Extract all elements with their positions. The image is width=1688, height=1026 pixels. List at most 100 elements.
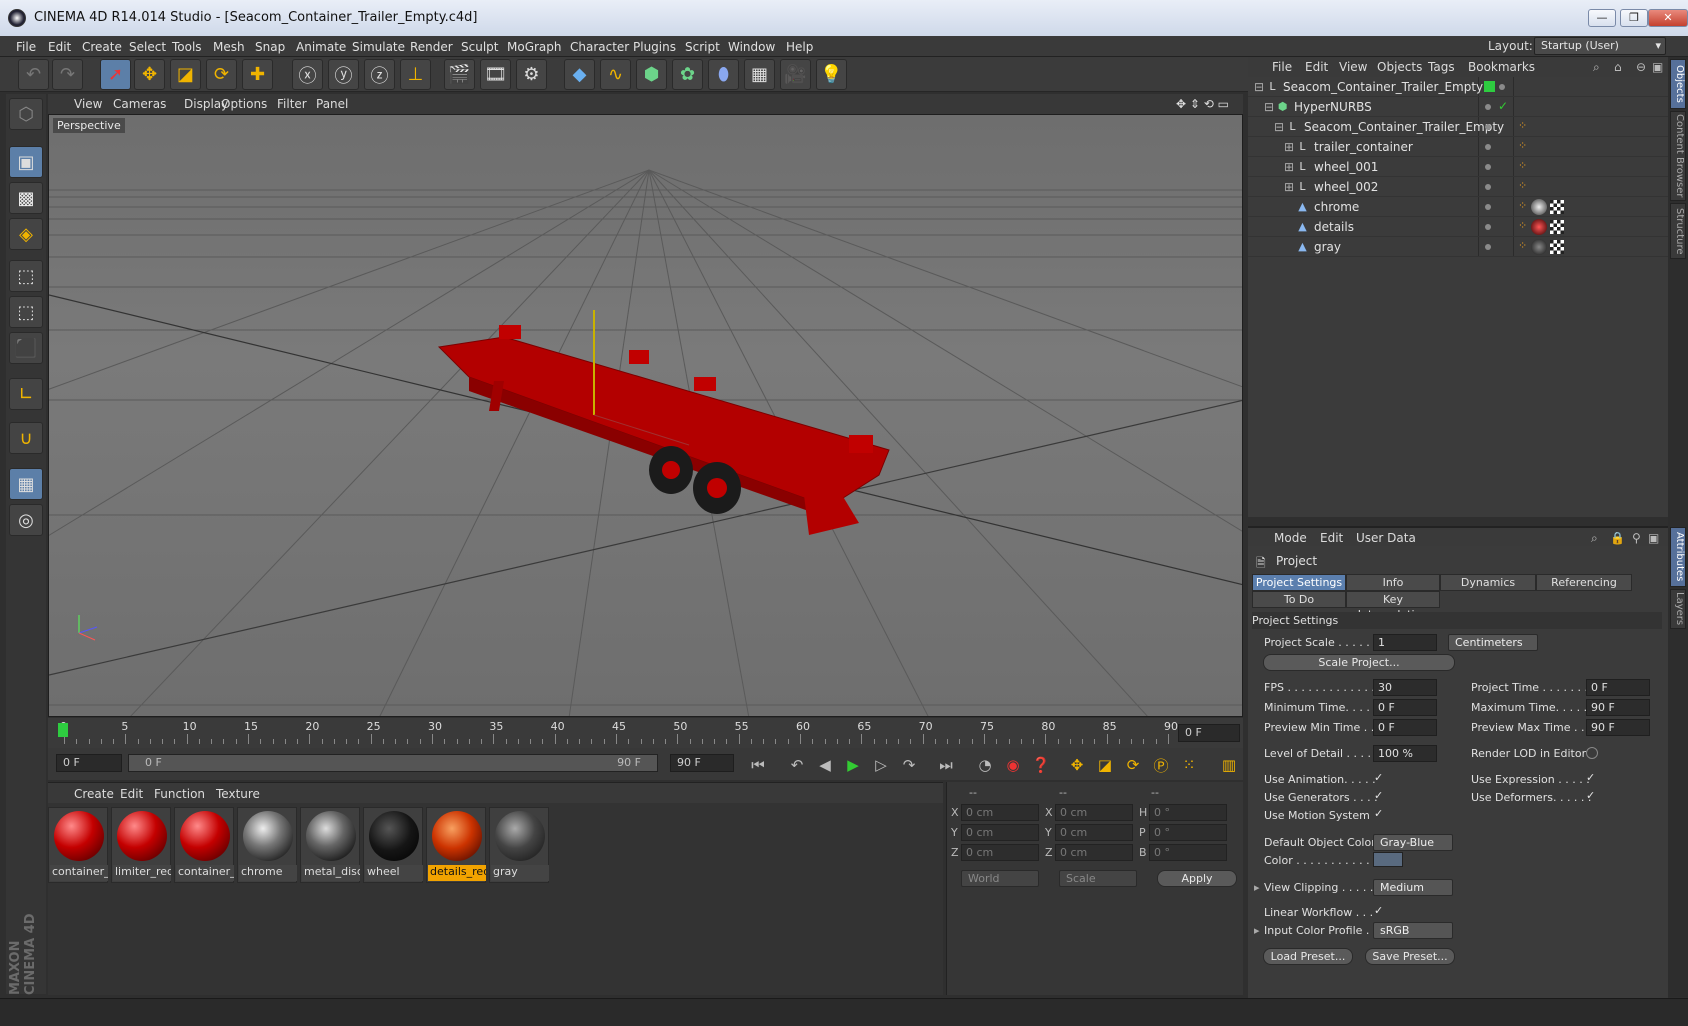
transform-icon[interactable]: ✚ <box>242 59 273 90</box>
edges-mode-icon[interactable]: ⬚ <box>9 296 43 328</box>
cube-icon[interactable]: ◆ <box>564 59 595 90</box>
visibility-dot[interactable] <box>1485 104 1491 110</box>
objects-menu-file[interactable]: File <box>1272 60 1292 74</box>
visibility-dot[interactable] <box>1499 84 1505 90</box>
preview-max-field[interactable]: 90 F <box>1586 719 1650 736</box>
objects-menu-tags[interactable]: Tags <box>1428 60 1455 74</box>
key-rotation-icon[interactable]: ⟳ <box>1120 753 1146 777</box>
material-tag-icon[interactable] <box>1531 219 1547 235</box>
render-picture-viewer-icon[interactable]: 🎞 <box>480 59 511 90</box>
menu-sculpt[interactable]: Sculpt <box>461 40 498 54</box>
next-key-icon[interactable]: ↷ <box>896 753 922 777</box>
attr-menu-user-data[interactable]: User Data <box>1356 531 1416 545</box>
light-icon[interactable]: 💡 <box>816 59 847 90</box>
range-slider[interactable]: 0 F 90 F <box>128 754 658 772</box>
expand-arrow-icon[interactable]: ▸ <box>1254 924 1260 937</box>
previous-key-icon[interactable]: ↶ <box>784 753 810 777</box>
search-icon[interactable]: ⌕ <box>1593 60 1600 75</box>
visibility-dot[interactable] <box>1485 184 1491 190</box>
close-button[interactable]: ✕ <box>1648 9 1688 27</box>
viewport-menu-cameras[interactable]: Cameras <box>113 97 166 111</box>
camera-icon[interactable]: 🎥 <box>780 59 811 90</box>
nurbs-icon[interactable]: ⬢ <box>636 59 667 90</box>
key-scale-icon[interactable]: ◪ <box>1092 753 1118 777</box>
key-pla-icon[interactable]: ⁙ <box>1176 753 1202 777</box>
menu-simulate[interactable]: Simulate <box>352 40 405 54</box>
tree-row[interactable]: ▲ gray ⁘ <box>1248 237 1668 257</box>
position-x-field[interactable]: 0 cm <box>961 804 1039 821</box>
timeline-ruler[interactable]: 051015202530354045505560657075808590 0 F <box>48 718 1243 748</box>
phong-tag-icon[interactable]: ⁘ <box>1518 199 1527 212</box>
next-frame-icon[interactable]: ▷ <box>868 753 894 777</box>
key-position-icon[interactable]: ✥ <box>1064 753 1090 777</box>
phong-tag-icon[interactable]: ⁘ <box>1518 219 1527 232</box>
units-select[interactable]: Centimeters <box>1448 634 1538 651</box>
key-parameter-icon[interactable]: Ⓟ <box>1148 753 1174 777</box>
viewport-menu-panel[interactable]: Panel <box>316 97 348 111</box>
coordinate-system-icon[interactable]: ⊥ <box>400 59 431 90</box>
project-time-field[interactable]: 0 F <box>1586 679 1650 696</box>
material-menu-texture[interactable]: Texture <box>216 787 260 801</box>
phong-tag-icon[interactable]: ⁘ <box>1518 139 1527 152</box>
menu-window[interactable]: Window <box>728 40 775 54</box>
uvw-tag-icon[interactable] <box>1550 200 1564 214</box>
max-time-field[interactable]: 90 F <box>1586 699 1650 716</box>
rotation-b-field[interactable]: 0 ° <box>1149 844 1227 861</box>
position-z-field[interactable]: 0 cm <box>961 844 1039 861</box>
tab-referencing[interactable]: Referencing <box>1536 574 1632 591</box>
material-menu-edit[interactable]: Edit <box>120 787 143 801</box>
scale-icon[interactable]: ◪ <box>170 59 201 90</box>
play-icon[interactable]: ▶ <box>840 753 866 777</box>
visibility-dot[interactable] <box>1485 244 1491 250</box>
phong-tag-icon[interactable]: ⁘ <box>1518 119 1527 132</box>
move-icon[interactable]: ✥ <box>134 59 165 90</box>
tab-info[interactable]: Info <box>1346 574 1440 591</box>
material-menu-function[interactable]: Function <box>154 787 205 801</box>
attr-menu-edit[interactable]: Edit <box>1320 531 1343 545</box>
keyframe-selection-icon[interactable]: ❓ <box>1028 753 1054 777</box>
min-time-field[interactable]: 0 F <box>1373 699 1437 716</box>
objects-menu-view[interactable]: View <box>1339 60 1367 74</box>
tab-key-interpolation[interactable]: Key Interpolation <box>1346 591 1440 621</box>
maximize-button[interactable]: ❐ <box>1620 9 1648 27</box>
playhead-marker[interactable] <box>58 723 68 737</box>
tree-row[interactable]: ⊟ L Seacom_Container_Trailer_Empty ⁘ <box>1248 117 1668 137</box>
timeline-window-icon[interactable]: ▥ <box>1216 753 1242 777</box>
default-object-color-select[interactable]: Gray-Blue <box>1373 834 1453 851</box>
render-settings-icon[interactable]: ⚙ <box>516 59 547 90</box>
render-view-icon[interactable]: 🎬 <box>444 59 475 90</box>
phong-tag-icon[interactable]: ⁘ <box>1518 179 1527 192</box>
menu-create[interactable]: Create <box>82 40 122 54</box>
material-swatch[interactable]: wheel <box>363 807 423 883</box>
undo-icon[interactable]: ↶ <box>18 59 49 90</box>
previous-frame-icon[interactable]: ◀ <box>812 753 838 777</box>
lod-field[interactable]: 100 % <box>1373 745 1437 762</box>
uvw-tag-icon[interactable] <box>1550 220 1564 234</box>
viewport-menu-filter[interactable]: Filter <box>277 97 307 111</box>
attr-menu-mode[interactable]: Mode <box>1274 531 1307 545</box>
menu-tools[interactable]: Tools <box>172 40 202 54</box>
size-y-field[interactable]: 0 cm <box>1055 824 1133 841</box>
tree-row[interactable]: ⊟ ⬢ HyperNURBS ✓ <box>1248 97 1668 117</box>
model-mode-icon[interactable]: ▣ <box>9 146 43 178</box>
points-mode-icon[interactable]: ⬚ <box>9 260 43 292</box>
tab-attributes[interactable]: Attributes <box>1670 527 1686 587</box>
tab-dynamics[interactable]: Dynamics <box>1440 574 1536 591</box>
redo-icon[interactable]: ↷ <box>52 59 83 90</box>
menu-script[interactable]: Script <box>685 40 720 54</box>
size-x-field[interactable]: 0 cm <box>1055 804 1133 821</box>
new-view-icon[interactable]: ▣ <box>1648 531 1659 545</box>
array-icon[interactable]: ✿ <box>672 59 703 90</box>
material-swatch[interactable]: details_red <box>426 807 486 883</box>
menu-plugins[interactable]: Plugins <box>633 40 676 54</box>
menu-mesh[interactable]: Mesh <box>213 40 245 54</box>
visibility-dot[interactable] <box>1485 144 1491 150</box>
menu-file[interactable]: File <box>16 40 36 54</box>
material-tag-icon[interactable] <box>1531 239 1547 255</box>
home-icon[interactable]: ⌂ <box>1614 60 1622 74</box>
lock-icon[interactable]: 🔒 <box>1610 531 1625 545</box>
magnet-icon[interactable]: ∪ <box>9 422 43 454</box>
viewport-nav-icons[interactable]: ✥ ⇕ ⟲ ▭ <box>1176 97 1229 111</box>
expand-arrow-icon[interactable]: ▸ <box>1254 881 1260 894</box>
menu-animate[interactable]: Animate <box>296 40 346 54</box>
